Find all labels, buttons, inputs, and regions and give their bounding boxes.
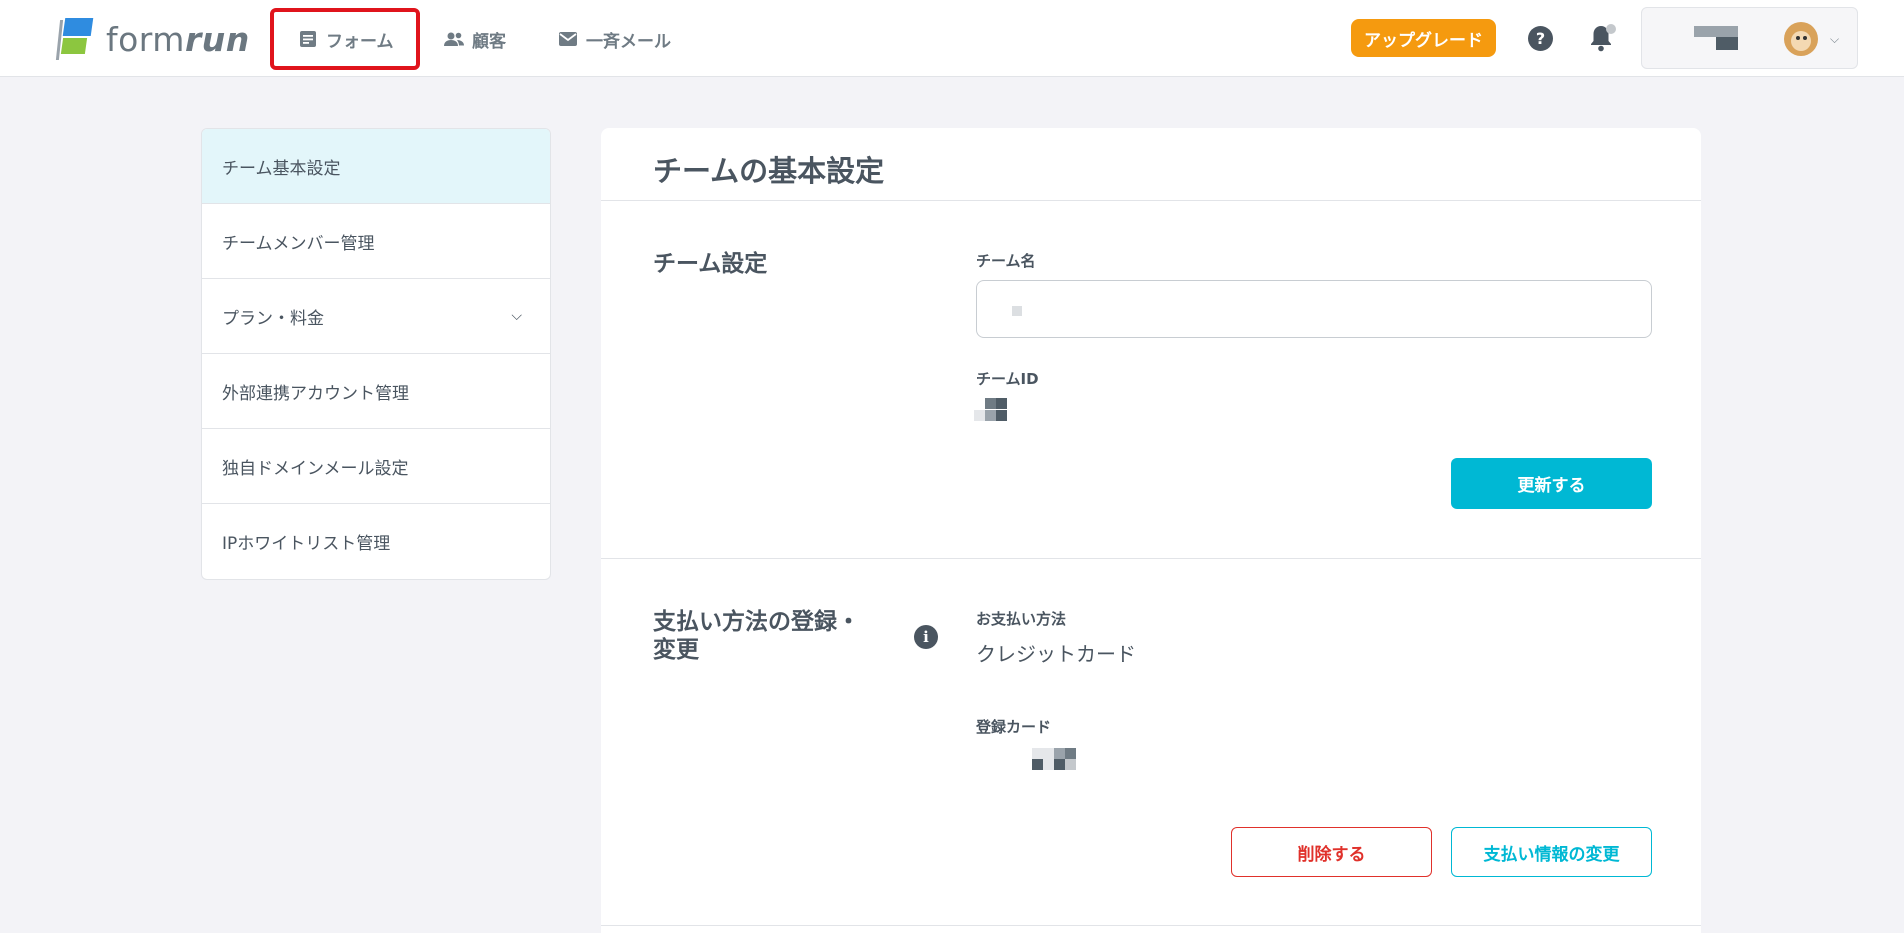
team-id-label: チームID: [976, 370, 1039, 388]
sidebar-item-team-basic-settings[interactable]: チーム基本設定: [202, 129, 550, 204]
nav-tab-bulk-mail[interactable]: 一斉メール: [558, 8, 671, 70]
delete-button[interactable]: 削除する: [1231, 827, 1432, 877]
nav-tab-form[interactable]: フォーム: [270, 8, 420, 70]
settings-sidebar: チーム基本設定 チームメンバー管理 プラン・料金 ⌵ 外部連携アカウント管理 独…: [201, 128, 551, 580]
divider: [601, 200, 1701, 201]
divider: [601, 925, 1701, 926]
team-name-label: チーム名: [976, 252, 1036, 270]
sidebar-item-label: 独自ドメインメール設定: [222, 458, 409, 479]
team-id-value-redacted: [974, 398, 1008, 422]
sidebar-item-label: チーム基本設定: [222, 158, 341, 179]
logo-text: formrun: [106, 19, 250, 59]
payment-section-title: 支払い方法の登録・ 変更: [653, 609, 860, 663]
avatar: [1784, 22, 1818, 56]
mail-icon: [559, 32, 577, 46]
help-icon[interactable]: ?: [1528, 26, 1553, 51]
registered-card-redacted: [1032, 748, 1080, 772]
divider: [601, 558, 1701, 559]
user-menu[interactable]: ⌵: [1641, 7, 1858, 69]
sidebar-item-label: プラン・料金: [222, 308, 324, 329]
sidebar-item-label: 外部連携アカウント管理: [222, 383, 409, 404]
chevron-down-icon: ⌵: [1830, 32, 1840, 46]
customers-icon: [444, 32, 464, 46]
info-icon[interactable]: i: [914, 625, 938, 649]
team-name-input[interactable]: [976, 280, 1652, 338]
payment-method-label: お支払い方法: [976, 610, 1067, 628]
sidebar-item-plan-pricing[interactable]: プラン・料金 ⌵: [202, 279, 550, 354]
update-button[interactable]: 更新する: [1451, 458, 1652, 509]
sidebar-item-team-members[interactable]: チームメンバー管理: [202, 204, 550, 279]
upgrade-button[interactable]: アップグレード: [1351, 19, 1496, 57]
sidebar-item-label: IPホワイトリスト管理: [222, 534, 391, 554]
change-payment-button[interactable]: 支払い情報の変更: [1451, 827, 1652, 877]
form-icon: [300, 31, 316, 47]
chevron-down-icon: ⌵: [511, 308, 522, 324]
nav-tab-form-label: フォーム: [326, 31, 394, 52]
sidebar-item-custom-domain-mail[interactable]: 独自ドメインメール設定: [202, 429, 550, 504]
payment-method-value: クレジットカード: [976, 642, 1136, 666]
nav-tab-bulk-mail-label: 一斉メール: [586, 31, 671, 52]
top-header: formrun フォーム 顧客 一斉メール アップグレード ? ⌵: [0, 0, 1904, 77]
page-title: チームの基本設定: [653, 154, 885, 188]
notification-dot: [1606, 24, 1616, 34]
sidebar-item-label: チームメンバー管理: [222, 233, 375, 254]
settings-card: チームの基本設定 チーム設定 チーム名 チームID 更新する 支払い方法の登録・…: [601, 128, 1701, 933]
formrun-logo[interactable]: formrun: [55, 18, 250, 60]
sidebar-item-ip-whitelist[interactable]: IPホワイトリスト管理: [202, 504, 550, 579]
nav-tab-customers-label: 顧客: [472, 31, 506, 52]
nav-tab-customers[interactable]: 顧客: [444, 8, 506, 70]
registered-card-label: 登録カード: [976, 718, 1052, 736]
user-name-redacted: [1694, 26, 1738, 50]
team-section-title: チーム設定: [653, 251, 768, 277]
sidebar-item-external-accounts[interactable]: 外部連携アカウント管理: [202, 354, 550, 429]
flag-logo-icon: [55, 18, 100, 60]
